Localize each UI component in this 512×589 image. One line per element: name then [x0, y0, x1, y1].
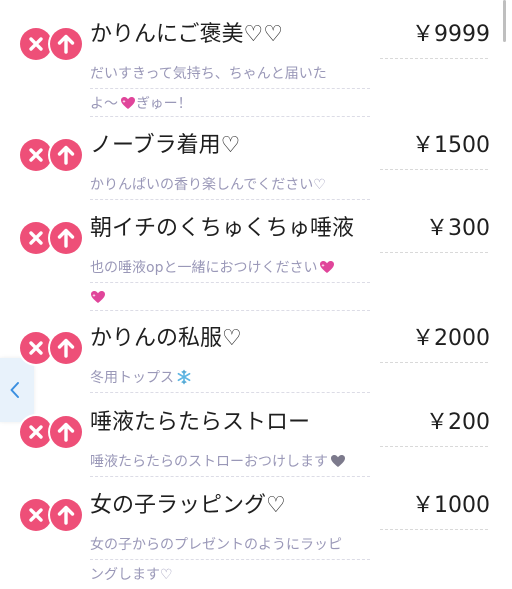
- x-icon: [29, 341, 43, 355]
- move-up-button[interactable]: [50, 332, 82, 364]
- x-icon: [29, 425, 43, 439]
- list-item: ノーブラ着用♡ ￥1500 かりんぱいの香り楽しんでください♡: [0, 131, 512, 200]
- move-up-button[interactable]: [50, 416, 82, 448]
- description-line-text: よ〜: [90, 96, 118, 112]
- description-divider: [90, 476, 370, 477]
- description-line-text: 冬用トップス: [90, 370, 174, 386]
- sparkling-heart-icon: [320, 261, 335, 273]
- delete-button[interactable]: [20, 28, 52, 60]
- description-line: 也の唾液opと一緒におつけください: [90, 252, 370, 282]
- arrow-up-icon: [57, 228, 75, 248]
- price-divider: [380, 252, 488, 253]
- description-line: かりんぱいの香り楽しんでください♡: [90, 177, 326, 193]
- chevron-left-icon: [10, 382, 19, 398]
- description-divider: [90, 199, 370, 200]
- item-actions: [20, 332, 84, 364]
- item-price[interactable]: ￥200: [426, 408, 490, 438]
- description-line: 唾液たらたらのストローおつけします: [90, 446, 370, 476]
- description-divider: [90, 392, 370, 393]
- item-title[interactable]: 唾液たらたらストロー: [90, 408, 310, 438]
- x-icon: [29, 148, 43, 162]
- item-description[interactable]: 冬用トップス: [90, 362, 370, 393]
- item-title[interactable]: かりんの私服♡: [90, 324, 242, 354]
- price-divider: [380, 446, 488, 447]
- item-actions: [20, 28, 84, 60]
- price-divider: [380, 169, 488, 170]
- description-line: [90, 282, 370, 312]
- arrow-up-icon: [57, 145, 75, 165]
- x-icon: [29, 37, 43, 51]
- arrow-up-icon: [57, 505, 75, 525]
- snowflake-icon: [177, 369, 191, 385]
- list-item: かりんにご褒美♡♡ ￥9999 だいすきって気持ち、ちゃんと届いた よ〜 ぎゅー！: [0, 20, 512, 124]
- arrow-up-icon: [57, 34, 75, 54]
- item-description[interactable]: だいすきって気持ち、ちゃんと届いた よ〜 ぎゅー！: [90, 58, 370, 118]
- item-description[interactable]: 也の唾液opと一緒におつけください: [90, 252, 370, 312]
- item-title[interactable]: 朝イチのくちゅくちゅ唾液: [90, 214, 354, 244]
- item-actions: [20, 139, 84, 171]
- move-up-button[interactable]: [50, 139, 82, 171]
- list-item: 女の子ラッピング♡ ￥1000 女の子からのプレゼントのようにラッピ ングします…: [0, 491, 512, 583]
- move-up-button[interactable]: [50, 28, 82, 60]
- move-up-button[interactable]: [50, 222, 82, 254]
- x-icon: [29, 508, 43, 522]
- item-title[interactable]: 女の子ラッピング♡: [90, 491, 286, 521]
- item-price[interactable]: ￥300: [426, 214, 490, 244]
- sparkling-heart-icon: [91, 291, 105, 303]
- description-divider: [90, 559, 370, 560]
- delete-button[interactable]: [20, 332, 52, 364]
- description-line: よ〜 ぎゅー！: [90, 88, 370, 118]
- description-suffix: ぎゅー！: [136, 96, 192, 112]
- scrollbar[interactable]: [503, 0, 506, 42]
- back-tab-button[interactable]: [0, 358, 34, 422]
- price-divider: [380, 529, 488, 530]
- item-actions: [20, 222, 84, 254]
- description-divider: [90, 310, 370, 311]
- description-line: ングします♡: [90, 567, 173, 583]
- delete-button[interactable]: [20, 222, 52, 254]
- description-line: だいすきって気持ち、ちゃんと届いた: [90, 66, 327, 82]
- list-item: 唾液たらたらストロー ￥200 唾液たらたらのストローおつけします: [0, 408, 512, 477]
- item-price[interactable]: ￥1500: [412, 131, 490, 161]
- list-item: 朝イチのくちゅくちゅ唾液 ￥300 也の唾液opと一緒におつけください: [0, 214, 512, 311]
- price-divider: [380, 362, 488, 363]
- description-line: 冬用トップス: [90, 362, 370, 392]
- x-icon: [29, 231, 43, 245]
- item-description[interactable]: 唾液たらたらのストローおつけします: [90, 446, 370, 477]
- description-line: 女の子からのプレゼントのようにラッピ: [90, 537, 342, 553]
- product-option-list: かりんにご褒美♡♡ ￥9999 だいすきって気持ち、ちゃんと届いた よ〜 ぎゅー！…: [0, 0, 512, 583]
- sparkling-heart-icon: [121, 97, 135, 109]
- item-title[interactable]: ノーブラ着用♡: [90, 131, 240, 161]
- description-divider: [90, 282, 370, 283]
- item-price[interactable]: ￥9999: [412, 20, 490, 50]
- delete-button[interactable]: [20, 499, 52, 531]
- item-title[interactable]: かりんにご褒美♡♡: [90, 20, 283, 50]
- item-price[interactable]: ￥1000: [412, 491, 490, 521]
- description-line-text: 也の唾液opと一緒におつけください: [90, 260, 318, 276]
- item-price[interactable]: ￥2000: [412, 324, 490, 354]
- arrow-up-icon: [57, 422, 75, 442]
- description-line-text: 唾液たらたらのストローおつけします: [90, 454, 328, 470]
- move-up-button[interactable]: [50, 499, 82, 531]
- description-divider: [90, 116, 370, 117]
- item-description[interactable]: 女の子からのプレゼントのようにラッピ ングします♡: [90, 529, 370, 589]
- item-actions: [20, 416, 84, 448]
- heart-icon: [331, 455, 345, 467]
- delete-button[interactable]: [20, 139, 52, 171]
- delete-button[interactable]: [20, 416, 52, 448]
- item-description[interactable]: かりんぱいの香り楽しんでください♡: [90, 169, 370, 200]
- price-divider: [380, 58, 488, 59]
- description-divider: [90, 88, 370, 89]
- list-item: かりんの私服♡ ￥2000 冬用トップス: [0, 324, 512, 393]
- arrow-up-icon: [57, 338, 75, 358]
- item-actions: [20, 499, 84, 531]
